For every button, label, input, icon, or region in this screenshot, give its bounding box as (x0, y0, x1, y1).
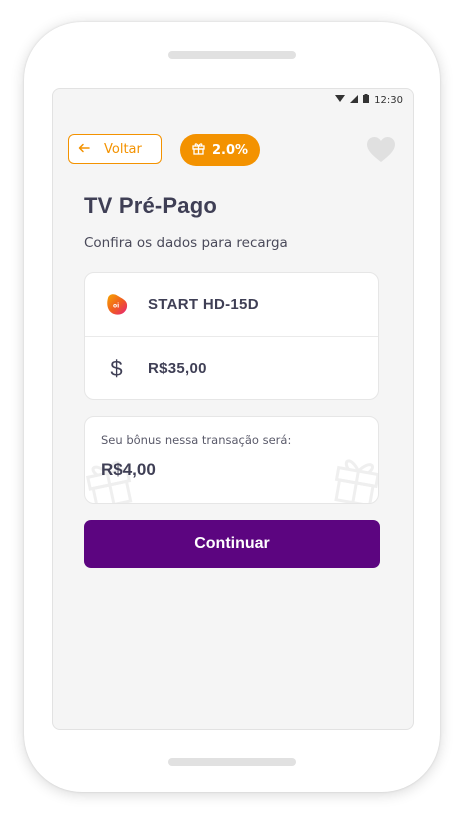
bonus-label: Seu bônus nessa transação será: (101, 433, 292, 447)
recharge-details-card: oi START HD-15D $ R$35,00 (84, 272, 379, 400)
status-time: 12:30 (374, 94, 403, 106)
page-title: TV Pré-Pago (84, 193, 218, 218)
app-screen: 12:30 Voltar 2.0% TV Pré-Pago Confira os… (52, 88, 414, 730)
recharge-amount: R$35,00 (148, 360, 207, 377)
gift-decoration-icon (329, 451, 378, 503)
gift-icon (192, 142, 205, 159)
amount-row: $ R$35,00 (85, 336, 378, 400)
bonus-value: R$4,00 (101, 460, 156, 479)
wifi-icon (335, 94, 346, 106)
battery-icon (363, 94, 370, 106)
back-button[interactable]: Voltar (68, 134, 162, 164)
bonus-percent-value: 2.0% (211, 142, 249, 158)
phone-home-bar (168, 758, 296, 766)
plan-name: START HD-15D (148, 296, 259, 313)
back-button-label: Voltar (104, 141, 142, 157)
arrow-left-icon (78, 142, 90, 156)
signal-icon (350, 94, 359, 106)
phone-frame: 12:30 Voltar 2.0% TV Pré-Pago Confira os… (24, 22, 440, 792)
svg-text:oi: oi (113, 302, 119, 309)
oi-logo-icon: oi (85, 293, 148, 317)
bonus-percent-badge[interactable]: 2.0% (180, 134, 260, 166)
page-subtitle: Confira os dados para recarga (84, 235, 288, 251)
continue-button[interactable]: Continuar (84, 520, 380, 568)
plan-row: oi START HD-15D (85, 273, 378, 336)
bonus-card: Seu bônus nessa transação será: R$4,00 (84, 416, 379, 504)
heart-icon[interactable] (367, 137, 395, 163)
phone-speaker (168, 51, 296, 59)
dollar-icon: $ (110, 355, 123, 381)
status-bar: 12:30 (335, 93, 403, 107)
